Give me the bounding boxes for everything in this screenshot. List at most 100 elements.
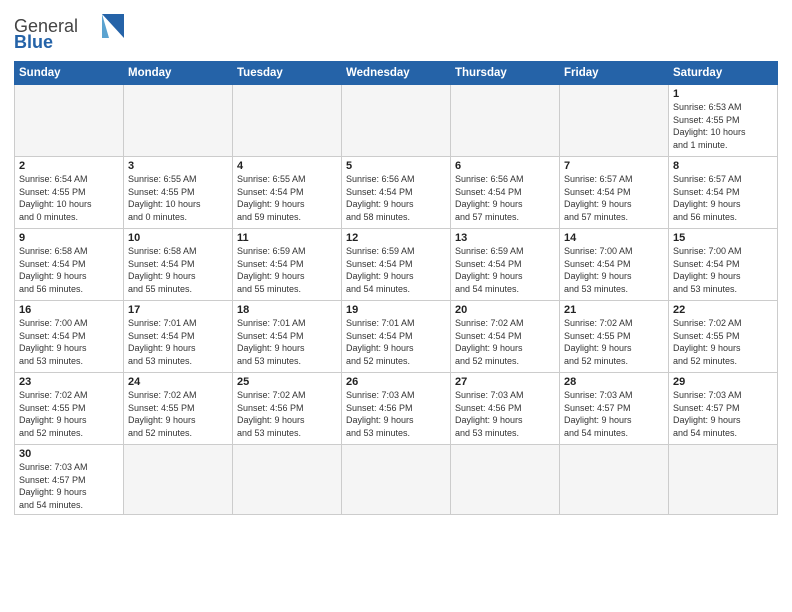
- calendar-day-cell: 17Sunrise: 7:01 AM Sunset: 4:54 PM Dayli…: [124, 301, 233, 373]
- calendar-day-cell: 29Sunrise: 7:03 AM Sunset: 4:57 PM Dayli…: [669, 373, 778, 445]
- day-number: 21: [564, 304, 664, 316]
- calendar-day-cell: 27Sunrise: 7:03 AM Sunset: 4:56 PM Dayli…: [451, 373, 560, 445]
- day-sun-info: Sunrise: 6:59 AM Sunset: 4:54 PM Dayligh…: [455, 245, 555, 295]
- day-sun-info: Sunrise: 6:55 AM Sunset: 4:54 PM Dayligh…: [237, 173, 337, 223]
- weekday-header: Thursday: [451, 62, 560, 85]
- day-number: 13: [455, 232, 555, 244]
- day-sun-info: Sunrise: 6:54 AM Sunset: 4:55 PM Dayligh…: [19, 173, 119, 223]
- day-sun-info: Sunrise: 7:02 AM Sunset: 4:54 PM Dayligh…: [455, 317, 555, 367]
- day-number: 18: [237, 304, 337, 316]
- day-sun-info: Sunrise: 7:00 AM Sunset: 4:54 PM Dayligh…: [19, 317, 119, 367]
- calendar-day-cell: 23Sunrise: 7:02 AM Sunset: 4:55 PM Dayli…: [15, 373, 124, 445]
- calendar-day-cell: 12Sunrise: 6:59 AM Sunset: 4:54 PM Dayli…: [342, 229, 451, 301]
- calendar-week-row: 23Sunrise: 7:02 AM Sunset: 4:55 PM Dayli…: [15, 373, 778, 445]
- calendar-day-cell: [669, 445, 778, 515]
- day-number: 6: [455, 160, 555, 172]
- calendar-week-row: 1Sunrise: 6:53 AM Sunset: 4:55 PM Daylig…: [15, 85, 778, 157]
- weekday-header: Tuesday: [233, 62, 342, 85]
- calendar-day-cell: [342, 445, 451, 515]
- svg-text:Blue: Blue: [14, 32, 53, 50]
- day-sun-info: Sunrise: 7:03 AM Sunset: 4:56 PM Dayligh…: [455, 389, 555, 439]
- calendar-day-cell: 28Sunrise: 7:03 AM Sunset: 4:57 PM Dayli…: [560, 373, 669, 445]
- day-number: 1: [673, 88, 773, 100]
- calendar-day-cell: 15Sunrise: 7:00 AM Sunset: 4:54 PM Dayli…: [669, 229, 778, 301]
- day-sun-info: Sunrise: 7:03 AM Sunset: 4:57 PM Dayligh…: [19, 461, 119, 511]
- calendar-day-cell: [451, 85, 560, 157]
- day-sun-info: Sunrise: 7:03 AM Sunset: 4:57 PM Dayligh…: [564, 389, 664, 439]
- calendar-day-cell: [124, 445, 233, 515]
- calendar-day-cell: 3Sunrise: 6:55 AM Sunset: 4:55 PM Daylig…: [124, 157, 233, 229]
- day-number: 27: [455, 376, 555, 388]
- day-number: 26: [346, 376, 446, 388]
- calendar-day-cell: [560, 85, 669, 157]
- calendar-day-cell: 10Sunrise: 6:58 AM Sunset: 4:54 PM Dayli…: [124, 229, 233, 301]
- calendar-day-cell: [233, 445, 342, 515]
- day-number: 12: [346, 232, 446, 244]
- day-sun-info: Sunrise: 7:01 AM Sunset: 4:54 PM Dayligh…: [237, 317, 337, 367]
- calendar-week-row: 9Sunrise: 6:58 AM Sunset: 4:54 PM Daylig…: [15, 229, 778, 301]
- calendar-day-cell: 13Sunrise: 6:59 AM Sunset: 4:54 PM Dayli…: [451, 229, 560, 301]
- day-sun-info: Sunrise: 7:01 AM Sunset: 4:54 PM Dayligh…: [128, 317, 228, 367]
- day-sun-info: Sunrise: 6:58 AM Sunset: 4:54 PM Dayligh…: [128, 245, 228, 295]
- day-number: 23: [19, 376, 119, 388]
- day-number: 15: [673, 232, 773, 244]
- day-sun-info: Sunrise: 6:53 AM Sunset: 4:55 PM Dayligh…: [673, 101, 773, 151]
- weekday-header: Monday: [124, 62, 233, 85]
- day-number: 10: [128, 232, 228, 244]
- calendar-day-cell: 22Sunrise: 7:02 AM Sunset: 4:55 PM Dayli…: [669, 301, 778, 373]
- day-number: 14: [564, 232, 664, 244]
- day-number: 8: [673, 160, 773, 172]
- calendar-day-cell: 11Sunrise: 6:59 AM Sunset: 4:54 PM Dayli…: [233, 229, 342, 301]
- calendar-page: General Blue SundayMondayTuesdayWednesda…: [0, 0, 792, 612]
- calendar-day-cell: 18Sunrise: 7:01 AM Sunset: 4:54 PM Dayli…: [233, 301, 342, 373]
- day-sun-info: Sunrise: 7:00 AM Sunset: 4:54 PM Dayligh…: [564, 245, 664, 295]
- day-number: 30: [19, 448, 119, 460]
- day-number: 5: [346, 160, 446, 172]
- day-sun-info: Sunrise: 6:59 AM Sunset: 4:54 PM Dayligh…: [346, 245, 446, 295]
- day-number: 11: [237, 232, 337, 244]
- day-number: 16: [19, 304, 119, 316]
- calendar-day-cell: [124, 85, 233, 157]
- day-number: 20: [455, 304, 555, 316]
- calendar-day-cell: 6Sunrise: 6:56 AM Sunset: 4:54 PM Daylig…: [451, 157, 560, 229]
- day-number: 28: [564, 376, 664, 388]
- weekday-header: Saturday: [669, 62, 778, 85]
- day-number: 17: [128, 304, 228, 316]
- calendar-day-cell: 2Sunrise: 6:54 AM Sunset: 4:55 PM Daylig…: [15, 157, 124, 229]
- day-sun-info: Sunrise: 7:02 AM Sunset: 4:56 PM Dayligh…: [237, 389, 337, 439]
- day-number: 4: [237, 160, 337, 172]
- day-sun-info: Sunrise: 7:02 AM Sunset: 4:55 PM Dayligh…: [564, 317, 664, 367]
- weekday-header: Sunday: [15, 62, 124, 85]
- calendar-day-cell: 21Sunrise: 7:02 AM Sunset: 4:55 PM Dayli…: [560, 301, 669, 373]
- day-sun-info: Sunrise: 6:56 AM Sunset: 4:54 PM Dayligh…: [455, 173, 555, 223]
- calendar-day-cell: [451, 445, 560, 515]
- calendar-day-cell: [15, 85, 124, 157]
- day-sun-info: Sunrise: 7:02 AM Sunset: 4:55 PM Dayligh…: [128, 389, 228, 439]
- day-sun-info: Sunrise: 6:58 AM Sunset: 4:54 PM Dayligh…: [19, 245, 119, 295]
- calendar-day-cell: 16Sunrise: 7:00 AM Sunset: 4:54 PM Dayli…: [15, 301, 124, 373]
- day-sun-info: Sunrise: 7:00 AM Sunset: 4:54 PM Dayligh…: [673, 245, 773, 295]
- day-sun-info: Sunrise: 6:59 AM Sunset: 4:54 PM Dayligh…: [237, 245, 337, 295]
- calendar-day-cell: [233, 85, 342, 157]
- calendar-day-cell: 7Sunrise: 6:57 AM Sunset: 4:54 PM Daylig…: [560, 157, 669, 229]
- day-number: 25: [237, 376, 337, 388]
- day-sun-info: Sunrise: 6:56 AM Sunset: 4:54 PM Dayligh…: [346, 173, 446, 223]
- calendar-day-cell: [560, 445, 669, 515]
- calendar-table: SundayMondayTuesdayWednesdayThursdayFrid…: [14, 61, 778, 515]
- day-sun-info: Sunrise: 7:02 AM Sunset: 4:55 PM Dayligh…: [19, 389, 119, 439]
- page-header: General Blue: [14, 10, 778, 55]
- calendar-day-cell: 26Sunrise: 7:03 AM Sunset: 4:56 PM Dayli…: [342, 373, 451, 445]
- calendar-day-cell: 1Sunrise: 6:53 AM Sunset: 4:55 PM Daylig…: [669, 85, 778, 157]
- day-sun-info: Sunrise: 6:55 AM Sunset: 4:55 PM Dayligh…: [128, 173, 228, 223]
- calendar-week-row: 16Sunrise: 7:00 AM Sunset: 4:54 PM Dayli…: [15, 301, 778, 373]
- day-number: 22: [673, 304, 773, 316]
- day-number: 24: [128, 376, 228, 388]
- day-number: 9: [19, 232, 119, 244]
- weekday-header: Wednesday: [342, 62, 451, 85]
- calendar-day-cell: 25Sunrise: 7:02 AM Sunset: 4:56 PM Dayli…: [233, 373, 342, 445]
- day-number: 3: [128, 160, 228, 172]
- calendar-day-cell: 30Sunrise: 7:03 AM Sunset: 4:57 PM Dayli…: [15, 445, 124, 515]
- calendar-day-cell: 20Sunrise: 7:02 AM Sunset: 4:54 PM Dayli…: [451, 301, 560, 373]
- calendar-day-cell: 4Sunrise: 6:55 AM Sunset: 4:54 PM Daylig…: [233, 157, 342, 229]
- calendar-week-row: 30Sunrise: 7:03 AM Sunset: 4:57 PM Dayli…: [15, 445, 778, 515]
